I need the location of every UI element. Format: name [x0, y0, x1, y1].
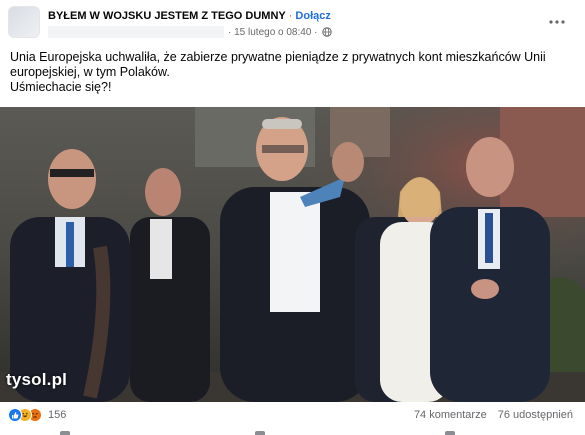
source-watermark: tysol.pl [6, 370, 68, 389]
action-bar-edge [0, 431, 585, 435]
group-name-link[interactable]: BYŁEM W WOJSKU JESTEM Z TEGO DUMNY [48, 10, 286, 22]
more-horizontal-icon[interactable] [549, 19, 565, 25]
post-footer: 156 74 komentarze 76 udostępnień [0, 402, 585, 428]
post-text-line: Unia Europejska uchwaliła, że zabierze p… [10, 50, 546, 64]
share-action-icon[interactable] [445, 431, 455, 435]
facebook-post: BYŁEM W WOJSKU JESTEM Z TEGO DUMNY · Dołąc… [0, 0, 585, 435]
author-name-redacted [48, 26, 224, 38]
comments-count-link[interactable]: 74 komentarze [414, 409, 487, 421]
separator: · [288, 10, 293, 22]
post-photo[interactable] [0, 107, 585, 402]
post-date[interactable]: · 15 lutego o 08:40 · [228, 27, 318, 38]
join-button[interactable]: Dołącz [295, 10, 330, 22]
group-avatar[interactable] [8, 6, 40, 38]
engagement-stats: 74 komentarze 76 udostępnień [406, 409, 573, 421]
comment-action-icon[interactable] [255, 431, 265, 435]
reaction-count: 156 [48, 409, 67, 421]
post-text-line: Uśmiechacie się?! [10, 80, 112, 94]
like-action-icon[interactable] [60, 431, 70, 435]
post-text-line: europejskiej, w tym Polaków. [10, 65, 170, 79]
globe-icon [321, 27, 332, 37]
post-text: Unia Europejska uchwaliła, że zabierze p… [10, 50, 575, 95]
post-header: BYŁEM W WOJSKU JESTEM Z TEGO DUMNY · Dołąc… [0, 0, 585, 44]
like-reaction-icon [8, 408, 22, 422]
post-meta: · 15 lutego o 08:40 · [48, 26, 332, 38]
shares-count-link[interactable]: 76 udostępnień [498, 409, 573, 421]
group-line: BYŁEM W WOJSKU JESTEM Z TEGO DUMNY · Dołąc… [48, 10, 331, 22]
photo-illustration [0, 107, 585, 402]
reactions-summary[interactable]: 156 [8, 408, 66, 422]
